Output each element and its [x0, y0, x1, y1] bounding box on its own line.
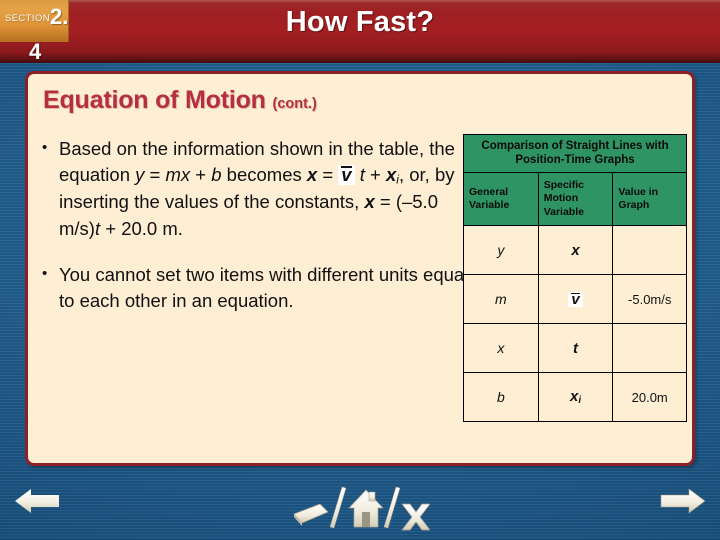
bullet-list: • Based on the information shown in the …	[42, 136, 472, 334]
cell-general-variable: m	[463, 274, 539, 325]
resources-card-icon[interactable]	[293, 503, 329, 526]
column-header-specific-motion-variable: Specific Motion Variable	[537, 172, 614, 227]
cell-specific-variable: xi	[537, 372, 614, 423]
bullet-text: You cannot set two items with different …	[59, 263, 469, 312]
cell-general-variable: y	[463, 225, 539, 276]
cell-specific-variable: v	[537, 274, 614, 325]
average-velocity-symbol: v	[568, 291, 583, 308]
cell-general-variable: b	[463, 372, 539, 423]
cell-specific-variable: t	[537, 323, 614, 374]
slash-divider-right-icon	[383, 486, 401, 529]
table-body: y x m v -5.0m/s x t b xi 20.0m	[463, 225, 687, 423]
exit-x-icon[interactable]	[401, 503, 430, 531]
table-row: x t	[463, 323, 687, 374]
cell-value-in-graph: -5.0m/s	[612, 274, 687, 325]
bullet-marker: •	[42, 264, 48, 282]
section-number-minor: 4	[29, 39, 42, 64]
section-badge: SECTION 2.	[0, 0, 69, 42]
page-title: How Fast?	[285, 6, 435, 38]
list-item: • You cannot set two items with differen…	[42, 262, 472, 315]
table-header-row: General Variable Specific Motion Variabl…	[463, 172, 687, 227]
column-header-general-variable: General Variable	[463, 172, 539, 227]
bullet-text: Based on the information shown in the ta…	[59, 138, 455, 239]
section-label: SECTION	[5, 13, 51, 24]
column-header-value-in-graph: Value in Graph	[612, 172, 687, 227]
title-bar: How Fast?	[0, 0, 720, 63]
average-velocity-symbol: v	[338, 165, 355, 185]
table-row: m v -5.0m/s	[463, 274, 687, 325]
section-number-major: 2.	[50, 4, 69, 29]
table-row: b xi 20.0m	[463, 372, 687, 423]
slide-background: How Fast? SECTION 2. 4 Equation of Motio…	[0, 0, 720, 540]
navigation-center-group	[290, 480, 430, 536]
table-title-row: Comparison of Straight Lines with Positi…	[463, 133, 687, 174]
cell-value-in-graph	[612, 323, 687, 374]
content-panel: Equation of Motion (cont.) • Based on th…	[25, 71, 695, 466]
content-heading: Equation of Motion (cont.)	[43, 86, 317, 115]
cell-specific-variable: x	[537, 225, 614, 276]
bullet-marker: •	[42, 139, 48, 156]
subscript: i	[578, 395, 582, 407]
table-title: Comparison of Straight Lines with Positi…	[463, 133, 687, 174]
list-item: • Based on the information shown in the …	[42, 136, 472, 242]
slash-divider-left-icon	[329, 486, 347, 529]
comparison-table: Comparison of Straight Lines with Positi…	[463, 133, 687, 423]
cell-general-variable: x	[463, 323, 539, 374]
cell-value-in-graph	[612, 225, 687, 276]
home-house-icon[interactable]	[348, 489, 384, 528]
content-heading-suffix: (cont.)	[272, 96, 317, 112]
content-heading-main: Equation of Motion	[43, 86, 266, 114]
next-arrow-icon[interactable]	[660, 484, 706, 518]
cell-value-in-graph: 20.0m	[612, 372, 687, 423]
previous-arrow-icon[interactable]	[14, 484, 60, 518]
table-row: y x	[463, 225, 687, 276]
